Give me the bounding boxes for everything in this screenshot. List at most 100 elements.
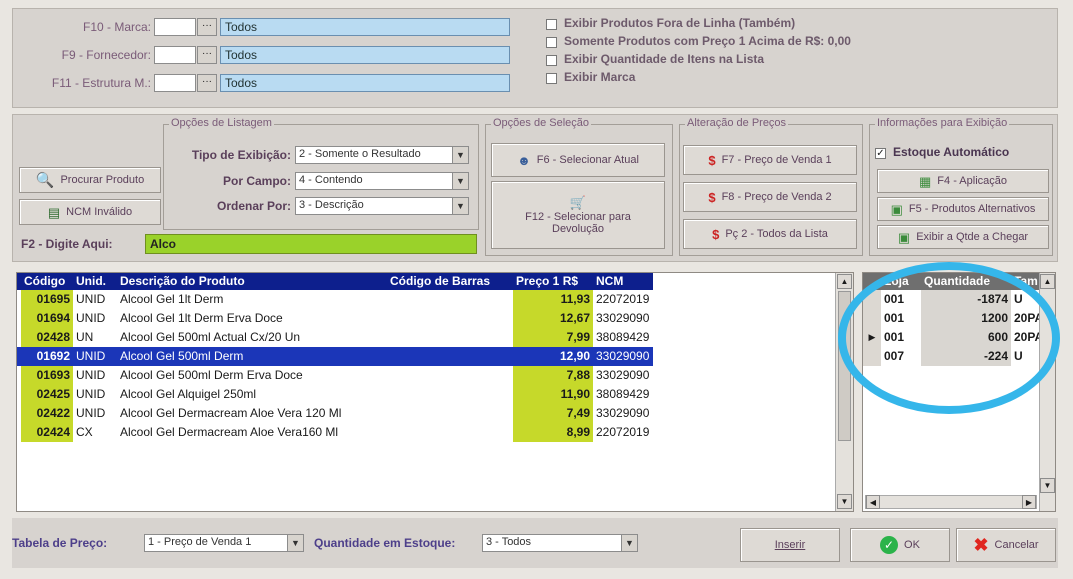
ordenar-por-select[interactable]: 3 - Descrição ▼ — [295, 197, 469, 215]
cell-unid: UNID — [76, 406, 106, 420]
table-row[interactable]: 01694 UNID Alcool Gel 1lt Derm Erva Doce 12… — [17, 309, 653, 328]
col-codigo-header[interactable]: Código — [21, 273, 73, 290]
search-input[interactable]: Alco — [145, 234, 477, 254]
cell-barras — [387, 423, 513, 442]
tipo-exibicao-label: Tipo de Exibição: — [191, 148, 291, 162]
f5-alternativos-button[interactable]: ▣ F5 - Produtos Alternativos — [877, 197, 1049, 221]
fornecedor-lookup-button[interactable]: ··· — [197, 46, 217, 64]
cell-barras — [387, 328, 513, 347]
cell-descricao: Alcool Gel 1lt Derm — [120, 292, 224, 306]
qtde-chegar-button[interactable]: ▣ Exibir a Qtde a Chegar — [877, 225, 1049, 249]
stock-hscrollbar[interactable]: ◀ ▶ — [865, 495, 1037, 509]
fornecedor-value[interactable]: Todos — [220, 46, 510, 64]
cell-unid: UNID — [76, 368, 106, 382]
qtd-itens-label: Exibir Quantidade de Itens na Lista — [564, 52, 765, 66]
f5-label: F5 - Produtos Alternativos — [908, 203, 1036, 215]
ncm-invalido-button[interactable]: ▤ NCM Inválido — [19, 199, 161, 225]
exibir-marca-label: Exibir Marca — [564, 70, 636, 84]
inserir-button[interactable]: Inserir — [740, 528, 840, 562]
f6-selecionar-button[interactable]: ☻ F6 - Selecionar Atual — [491, 143, 665, 177]
marca-code-input[interactable] — [154, 18, 196, 36]
por-campo-select[interactable]: 4 - Contendo ▼ — [295, 172, 469, 190]
col-barras-header[interactable]: Código de Barras — [387, 273, 513, 290]
col-unid-header[interactable]: Unid. — [73, 273, 117, 290]
listagem-title: Opções de Listagem — [169, 117, 274, 129]
tipo-exibicao-value: 2 - Somente o Resultado — [299, 148, 421, 160]
cell-codigo: 01692 — [21, 347, 73, 366]
check-circle-icon: ✓ — [880, 536, 899, 554]
procurar-produto-button[interactable]: 🔍 Procurar Produto — [19, 167, 161, 193]
table-row[interactable]: 02425 UNID Alcool Gel Alquigel 250ml 11,90 3… — [17, 385, 653, 404]
ok-button[interactable]: ✓ OK — [850, 528, 950, 562]
box-icon: ▣ — [890, 201, 903, 217]
scroll-up-icon[interactable]: ▲ — [1040, 274, 1055, 289]
cell-preco: 7,99 — [513, 328, 593, 347]
col-descricao-header[interactable]: Descrição do Produto — [117, 273, 387, 290]
cell-preco: 7,88 — [513, 366, 593, 385]
close-icon: ✖ — [973, 535, 989, 555]
cell-preco: 11,90 — [513, 385, 593, 404]
ordenar-por-value: 3 - Descrição — [299, 199, 364, 211]
cell-codigo: 01693 — [21, 366, 73, 385]
f7-preco-venda-1-button[interactable]: $ F7 - Preço de Venda 1 — [683, 145, 857, 175]
cell-unid: UNID — [76, 387, 106, 401]
table-row[interactable]: 02428 UN Alcool Gel 500ml Actual Cx/20 Un 7… — [17, 328, 653, 347]
ncm-invalido-label: NCM Inválido — [66, 206, 133, 218]
qtd-estoque-select[interactable]: 3 - Todos ▼ — [482, 534, 638, 552]
cell-unid: UNID — [73, 347, 117, 366]
qtde-label: Exibir a Qtde a Chegar — [916, 231, 1029, 243]
estoque-automatico-checkbox[interactable]: ✓ — [875, 148, 886, 159]
cell-ncm: 33029090 — [596, 311, 650, 325]
table-row[interactable]: 01693 UNID Alcool Gel 500ml Derm Erva Doce… — [17, 366, 653, 385]
f8-preco-venda-2-button[interactable]: $ F8 - Preço de Venda 2 — [683, 182, 857, 212]
chevron-down-icon: ▼ — [452, 147, 468, 163]
estrutura-label: F11 - Estrutura M.: — [51, 76, 151, 90]
products-grid[interactable]: Código Unid. Descrição do Produto Código… — [16, 272, 854, 512]
chevron-down-icon: ▼ — [452, 173, 468, 189]
fornecedor-label: F9 - Fornecedor: — [61, 48, 151, 62]
estrutura-code-input[interactable] — [154, 74, 196, 92]
qtd-itens-checkbox[interactable] — [546, 55, 557, 66]
dollar-icon: $ — [712, 226, 720, 242]
products-header-row: Código Unid. Descrição do Produto Código… — [17, 273, 653, 290]
tipo-exibicao-select[interactable]: 2 - Somente o Resultado ▼ — [295, 146, 469, 164]
table-row[interactable]: 01695 UNID Alcool Gel 1lt Derm 11,93 2207201… — [17, 290, 653, 309]
cell-unid: UN — [76, 330, 94, 344]
cancelar-button[interactable]: ✖ Cancelar — [956, 528, 1056, 562]
scroll-left-icon[interactable]: ◀ — [866, 495, 880, 509]
col-preco-header[interactable]: Preço 1 R$ — [513, 273, 593, 290]
cell-preco: 11,93 — [513, 290, 593, 309]
table-row[interactable]: 02422 UNID Alcool Gel Dermacream Aloe Vera… — [17, 404, 653, 423]
table-row[interactable]: 02424 CX Alcool Gel Dermacream Aloe Vera16… — [17, 423, 653, 442]
table-row[interactable]: 01692 UNID Alcool Gel 500ml Derm 12,90 33029… — [17, 347, 653, 366]
dollar-icon: $ — [708, 152, 716, 168]
preco-acima-checkbox[interactable] — [546, 37, 557, 48]
selecao-title: Opções de Seleção — [491, 117, 592, 129]
f4-aplicacao-button[interactable]: ▦ F4 - Aplicação — [877, 169, 1049, 193]
pc2-todos-lista-button[interactable]: $ Pç 2 - Todos da Lista — [683, 219, 857, 249]
scroll-right-icon[interactable]: ▶ — [1022, 495, 1036, 509]
list-edit-icon: ▤ — [47, 204, 61, 220]
tabela-preco-select[interactable]: 1 - Preço de Venda 1 ▼ — [144, 534, 304, 552]
cell-ncm: 22072019 — [596, 425, 650, 439]
col-ncm-header[interactable]: NCM — [593, 273, 653, 290]
marca-lookup-button[interactable]: ··· — [197, 18, 217, 36]
cell-descricao: Alcool Gel 500ml Derm Erva Doce — [120, 368, 303, 382]
fornecedor-code-input[interactable] — [154, 46, 196, 64]
estrutura-value[interactable]: Todos — [220, 74, 510, 92]
cell-ncm: 33029090 — [596, 368, 650, 382]
scroll-up-icon[interactable]: ▲ — [837, 274, 852, 289]
precos-title: Alteração de Preços — [685, 117, 789, 129]
procurar-produto-label: Procurar Produto — [60, 174, 145, 186]
scroll-down-icon[interactable]: ▼ — [837, 494, 852, 509]
dollar-icon: $ — [708, 189, 716, 205]
cell-descricao: Alcool Gel Alquigel 250ml — [120, 387, 257, 401]
scroll-down-icon[interactable]: ▼ — [1040, 478, 1055, 493]
marca-value[interactable]: Todos — [220, 18, 510, 36]
fora-linha-checkbox[interactable] — [546, 19, 557, 30]
f12-devolucao-button[interactable]: 🛒 F12 - Selecionar para Devolução — [491, 181, 665, 249]
f7-label: F7 - Preço de Venda 1 — [721, 154, 832, 166]
exibir-marca-checkbox[interactable] — [546, 73, 557, 84]
estrutura-lookup-button[interactable]: ··· — [197, 74, 217, 92]
ordenar-por-label: Ordenar Por: — [216, 199, 291, 213]
